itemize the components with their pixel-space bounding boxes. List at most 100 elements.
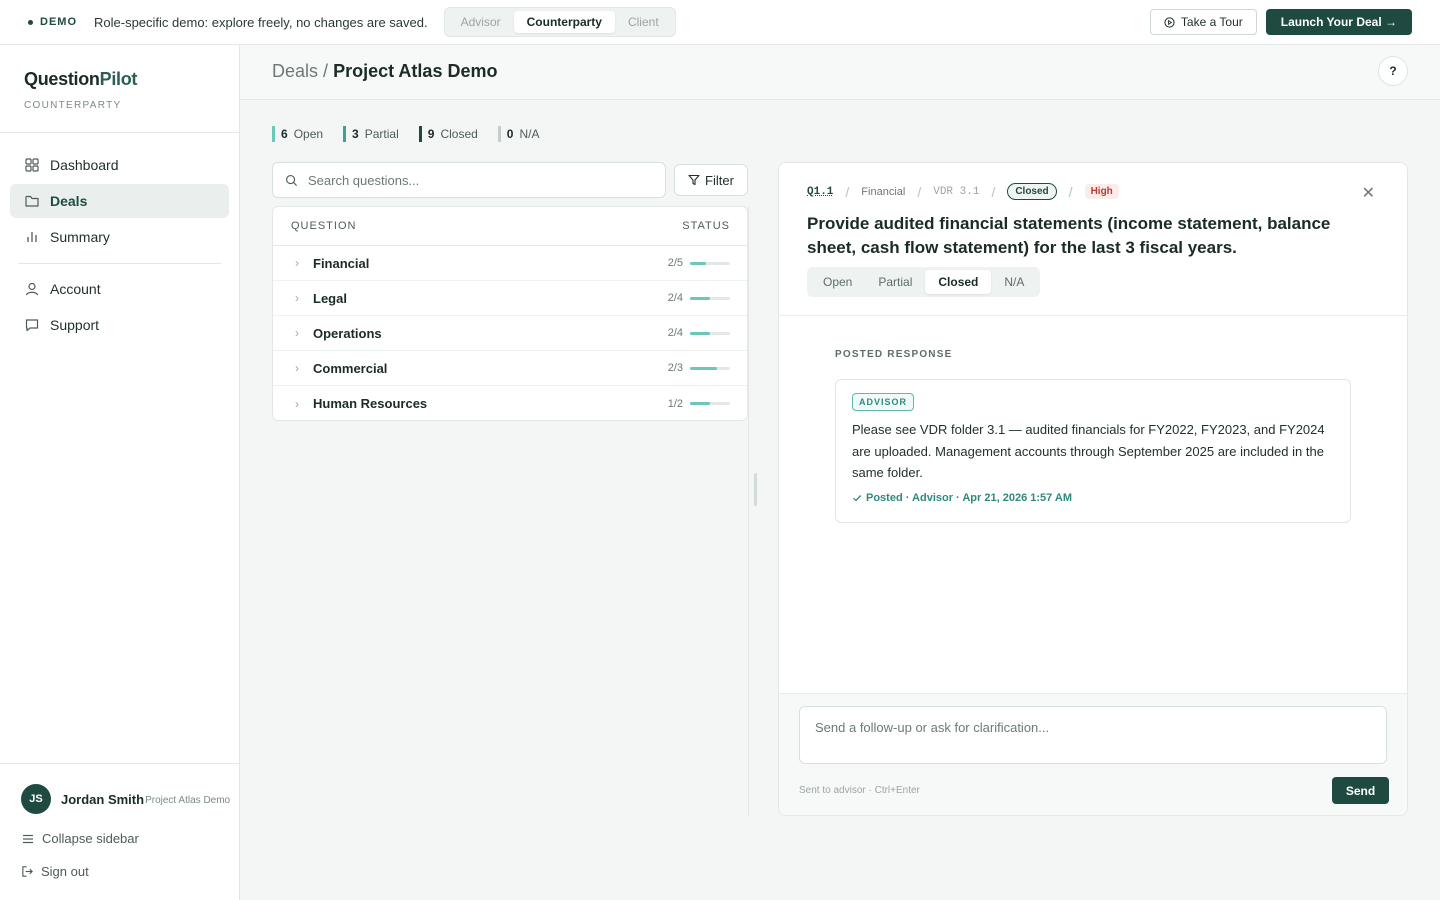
response-card: ADVISOR Please see VDR folder 3.1 — audi… [835, 379, 1351, 523]
demo-message: Role-specific demo: explore freely, no c… [94, 14, 428, 30]
category-name: Financial [313, 255, 370, 271]
progress-bar [690, 331, 730, 335]
chevron-right-icon[interactable]: › [273, 256, 313, 270]
sidebar-item-label: Summary [50, 229, 110, 245]
sidebar-item-account[interactable]: Account [10, 272, 229, 306]
stat-label: Closed [440, 127, 478, 141]
table-row[interactable]: › Legal 2/4 [273, 281, 747, 316]
sign-out-icon [22, 866, 33, 877]
brand-logo[interactable]: QuestionPilot [24, 69, 137, 90]
answered-count: 2/5 [667, 257, 683, 269]
sign-out-label: Sign out [41, 864, 89, 879]
divider [0, 763, 239, 764]
chat-icon [25, 319, 39, 332]
status-tab-open[interactable]: Open [810, 270, 865, 294]
chevron-right-icon[interactable]: › [273, 326, 313, 340]
resize-handle[interactable] [754, 473, 757, 506]
sign-out-button[interactable]: Sign out [21, 864, 89, 879]
breadcrumb-separator: / [323, 61, 329, 81]
demo-label: DEMO [40, 16, 77, 28]
user-project: Project Atlas Demo [145, 794, 231, 806]
question-meta: Q1.1 / Financial / VDR 3.1 / Closed / Hi… [807, 183, 1119, 200]
launch-deal-button[interactable]: Launch Your Deal → [1265, 9, 1412, 35]
stat-count: 6 [281, 127, 288, 141]
search-box [272, 162, 666, 198]
status-selector: Open Partial Closed N/A [807, 267, 1041, 297]
help-button[interactable]: ? [1378, 56, 1408, 86]
sidebar-item-support[interactable]: Support [10, 308, 229, 342]
sidebar: QuestionPilot COUNTERPARTY Dashboard Dea… [0, 45, 240, 900]
main-nav: Dashboard Deals Summary [10, 148, 229, 256]
divider [748, 206, 749, 816]
status-tab-na[interactable]: N/A [991, 270, 1037, 294]
question-id[interactable]: Q1.1 [807, 186, 833, 198]
filter-button[interactable]: Filter [674, 164, 748, 196]
stat-open[interactable]: 6 Open [272, 126, 323, 142]
chevron-right-icon[interactable]: › [273, 291, 313, 305]
collapse-sidebar-button[interactable]: Collapse sidebar [21, 831, 139, 846]
role-switcher: Advisor Counterparty Client [443, 7, 676, 37]
grid-icon [25, 158, 39, 172]
play-circle-icon [1164, 16, 1175, 28]
send-button[interactable]: Send [1332, 777, 1389, 804]
brand-name-b: Pilot [99, 69, 138, 89]
answered-count: 2/4 [667, 292, 683, 304]
table-row[interactable]: › Financial 2/5 [273, 246, 747, 281]
column-status: STATUS [682, 220, 730, 232]
meta-separator: / [845, 183, 850, 200]
stat-count: 3 [352, 127, 359, 141]
detail-header: Q1.1 / Financial / VDR 3.1 / Closed / Hi… [779, 163, 1407, 316]
status-dot [28, 19, 33, 25]
sidebar-item-deals[interactable]: Deals [10, 184, 229, 218]
stat-closed[interactable]: 9 Closed [418, 126, 478, 142]
status-badge: Closed [1007, 183, 1057, 200]
section-title: POSTED RESPONSE [835, 349, 953, 360]
role-advisor[interactable]: Advisor [448, 11, 514, 33]
column-question: QUESTION [291, 220, 357, 232]
sidebar-item-dashboard[interactable]: Dashboard [10, 148, 229, 182]
take-tour-button[interactable]: Take a Tour [1149, 9, 1257, 35]
question-table: QUESTION STATUS › Financial 2/5 › Legal 2/4 › O… [272, 206, 748, 421]
question-category: Financial [861, 185, 906, 198]
answered-count: 2/4 [667, 327, 683, 339]
status-tab-closed[interactable]: Closed [925, 270, 992, 294]
chevron-right-icon[interactable]: › [273, 397, 313, 411]
user-icon [25, 282, 39, 296]
take-tour-label: Take a Tour [1180, 15, 1243, 29]
stat-label: Open [293, 127, 324, 141]
stat-count: 9 [427, 127, 435, 141]
stat-partial[interactable]: 3 Partial [343, 126, 399, 142]
table-row[interactable]: › Operations 2/4 [273, 316, 747, 351]
secondary-nav: Account Support [10, 272, 229, 344]
user-profile[interactable]: JS Jordan Smith Project Atlas Demo [21, 784, 230, 814]
progress-bar [690, 261, 730, 265]
progress-fill [690, 331, 710, 335]
divider [0, 132, 239, 133]
search-input[interactable] [308, 172, 628, 188]
category-name: Legal [313, 290, 347, 306]
progress-bar [690, 402, 730, 405]
demo-banner: DEMO Role-specific demo: explore freely,… [0, 0, 1440, 45]
user-name: Jordan Smith [61, 791, 145, 807]
sidebar-item-summary[interactable]: Summary [10, 220, 229, 254]
posted-by-text: Posted · Advisor · Apr 21, 2026 1:57 AM [866, 492, 1073, 504]
sidebar-item-label: Deals [50, 193, 88, 209]
category-name: Human Resources [313, 396, 428, 411]
table-row[interactable]: › Commercial 2/3 [273, 351, 747, 386]
table-row[interactable]: › Human Resources 1/2 [273, 386, 747, 420]
meta-separator: / [917, 183, 922, 200]
breadcrumb-deals[interactable]: Deals [272, 61, 318, 81]
filter-label: Filter [705, 172, 734, 188]
status-tab-partial[interactable]: Partial [865, 270, 925, 294]
role-client[interactable]: Client [615, 11, 672, 33]
stat-na[interactable]: 0 N/A [497, 126, 540, 142]
follow-up-input[interactable] [799, 706, 1387, 764]
close-icon[interactable]: ✕ [1362, 183, 1375, 203]
chevron-right-icon[interactable]: › [273, 361, 313, 375]
sidebar-item-label: Account [50, 281, 101, 297]
question-detail-panel: Q1.1 / Financial / VDR 3.1 / Closed / Hi… [778, 162, 1408, 816]
response-text: Please see VDR folder 3.1 — audited fina… [852, 422, 1325, 480]
sidebar-item-label: Dashboard [50, 157, 119, 173]
vdr-reference: VDR 3.1 [933, 185, 980, 198]
role-counterparty[interactable]: Counterparty [513, 11, 615, 33]
